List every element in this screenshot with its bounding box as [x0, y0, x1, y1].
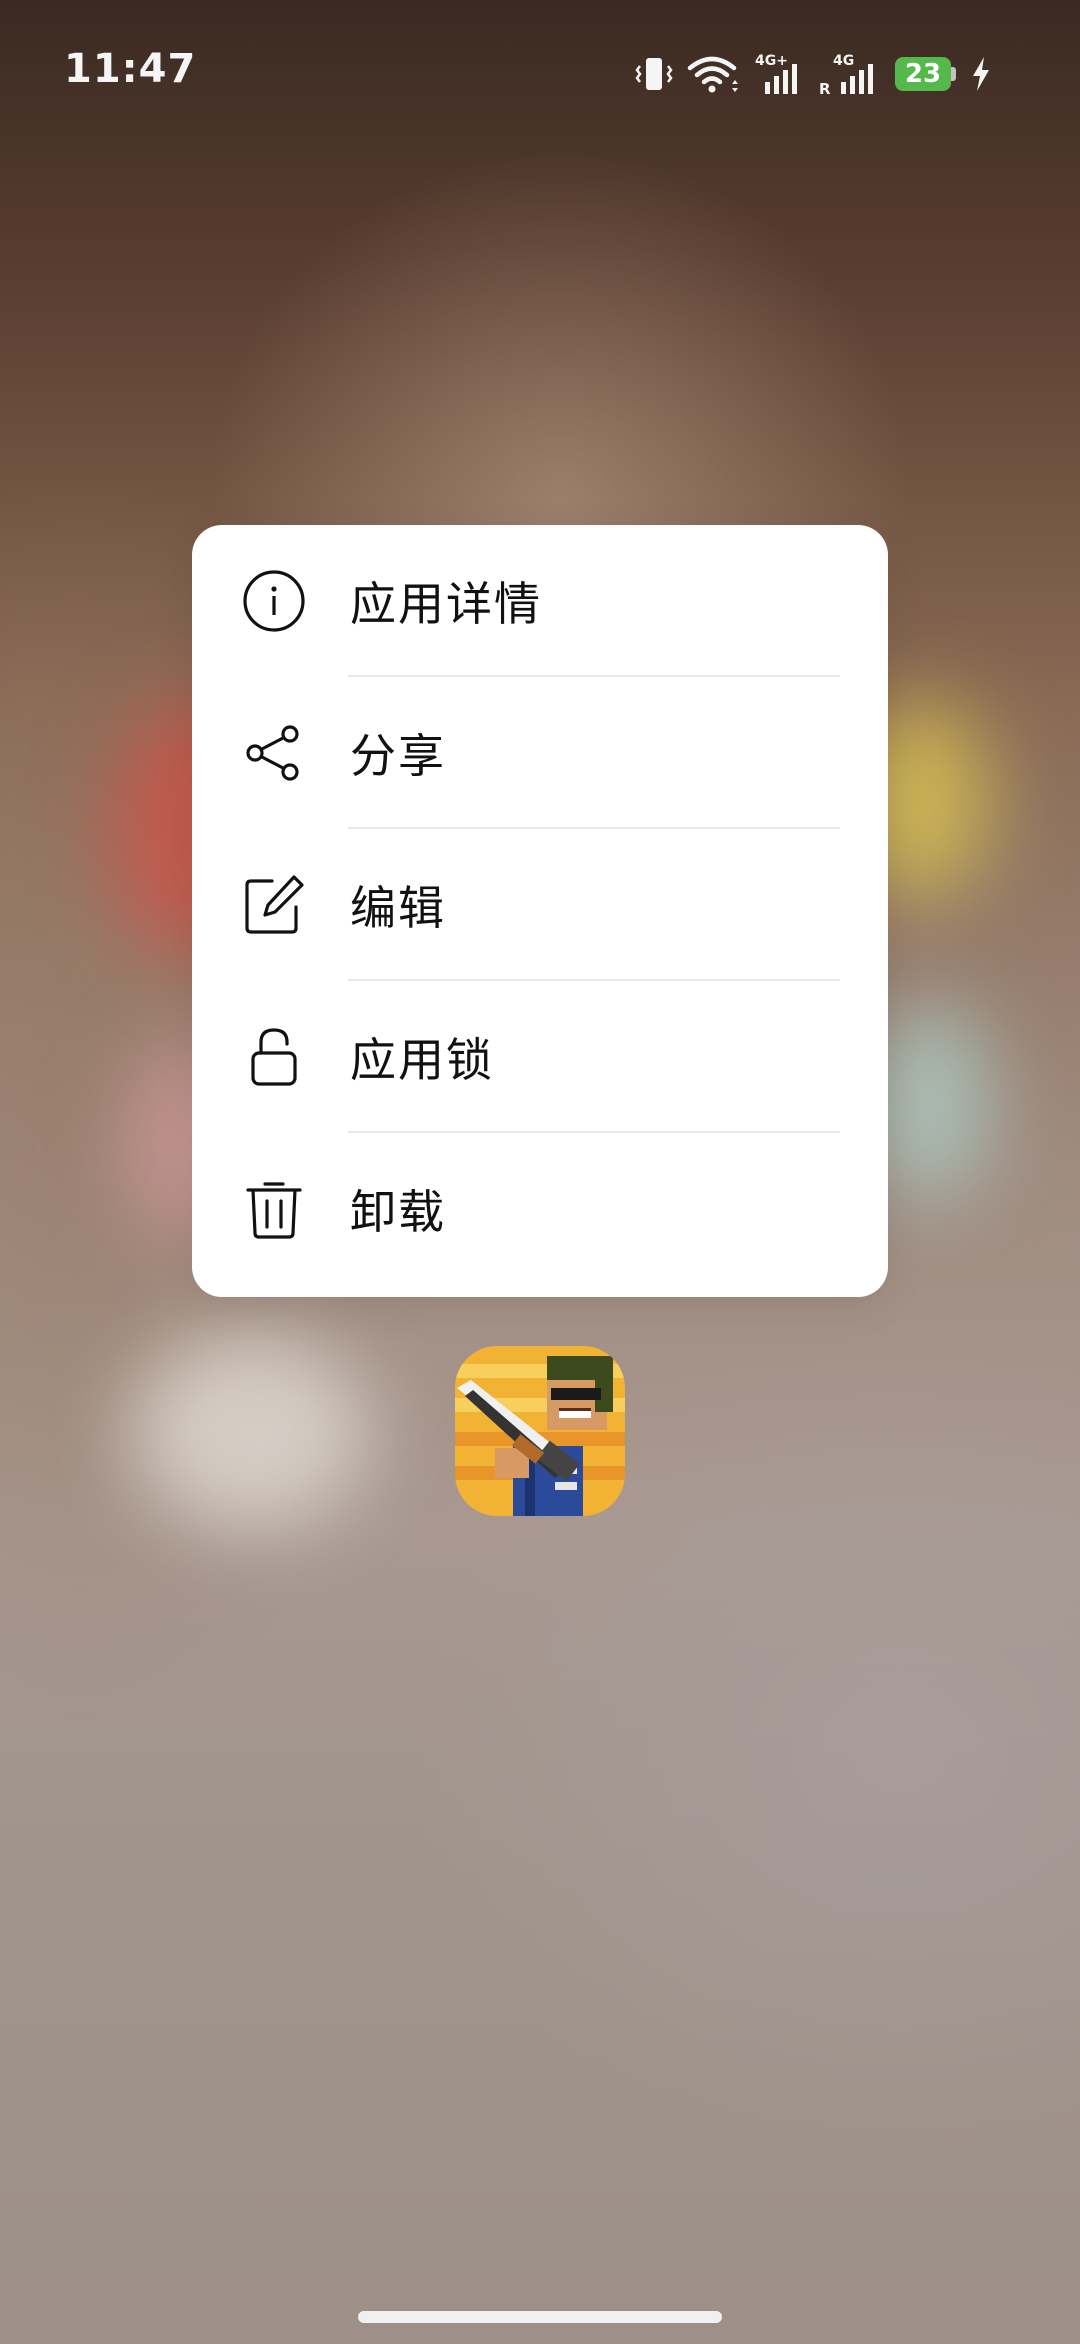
charging-icon: [970, 55, 992, 93]
info-icon: [242, 569, 306, 633]
share-icon: [242, 721, 306, 785]
menu-item-app-lock[interactable]: 应用锁: [192, 981, 888, 1133]
home-indicator[interactable]: [358, 2311, 722, 2323]
background-blur: [870, 1000, 990, 1200]
signal-4g-roaming-icon: R 4G: [819, 52, 881, 96]
trash-icon: [242, 1177, 306, 1241]
status-icons: 4G+ R 4G 23: [635, 52, 992, 96]
battery-indicator: 23: [895, 57, 956, 91]
menu-item-label: 卸载: [350, 1185, 446, 1239]
menu-item-share[interactable]: 分享: [192, 677, 888, 829]
battery-cap: [951, 67, 956, 81]
menu-item-edit[interactable]: 编辑: [192, 829, 888, 981]
pixel-game-app-icon[interactable]: [455, 1346, 625, 1516]
menu-item-label: 编辑: [350, 881, 446, 935]
svg-text:4G: 4G: [833, 53, 854, 69]
app-context-menu: 应用详情 分享 编辑 应用锁 卸载: [192, 525, 888, 1297]
svg-text:4G+: 4G+: [755, 53, 788, 69]
svg-text:R: R: [819, 80, 831, 96]
menu-item-uninstall[interactable]: 卸载: [192, 1133, 888, 1285]
menu-item-label: 应用详情: [350, 577, 542, 631]
status-bar: 11:47 4G+ R 4G 23: [0, 0, 1080, 150]
menu-item-label: 应用锁: [350, 1033, 494, 1087]
wifi-icon: [687, 54, 741, 94]
vibrate-icon: [635, 54, 673, 94]
menu-item-app-details[interactable]: 应用详情: [192, 525, 888, 677]
signal-4g-plus-icon: 4G+: [755, 52, 805, 96]
menu-item-label: 分享: [350, 729, 446, 783]
edit-icon: [242, 873, 306, 937]
battery-level: 23: [895, 57, 951, 91]
background-blur: [130, 1330, 370, 1530]
status-time: 11:47: [64, 46, 197, 92]
lock-icon: [242, 1025, 306, 1089]
